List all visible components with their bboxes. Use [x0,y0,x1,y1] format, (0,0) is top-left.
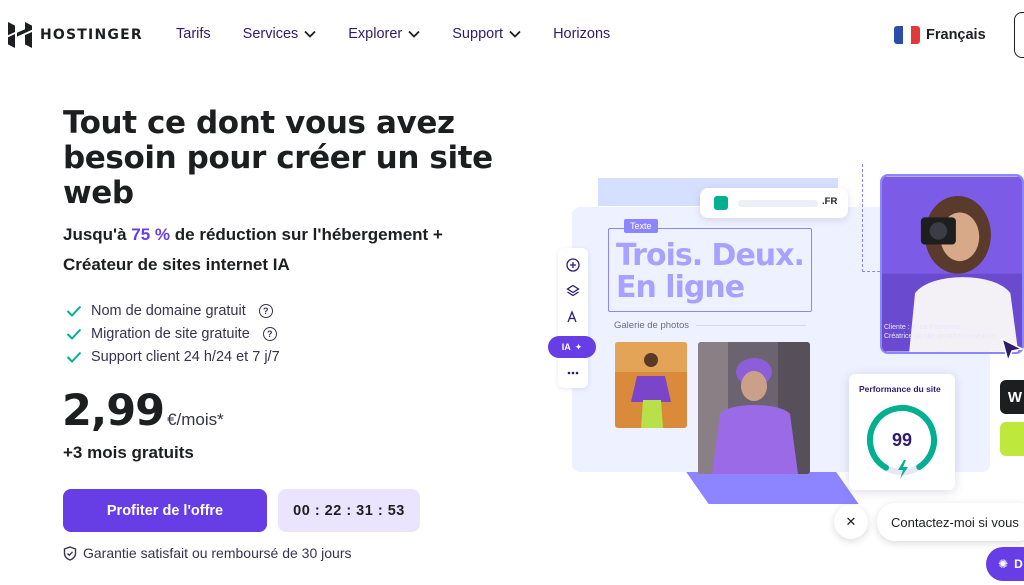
chevron-down-icon [304,30,316,38]
bonus-offer: +3 mois gratuits [63,443,194,462]
countdown-timer: 00 : 22 : 31 : 53 [278,489,420,532]
help-icon[interactable]: ? [258,303,273,318]
nav-item-explorer[interactable]: Explorer [348,26,420,42]
performance-score: 99 [891,430,913,450]
check-icon [66,305,82,317]
language-selector[interactable]: Français [894,26,986,44]
check-icon [66,351,82,363]
wordpress-icon: W [1000,380,1024,414]
text-tag: Texte [624,219,658,233]
list-item: Support client 24 h/24 et 7 j/7 [66,345,280,368]
chat-prompt-bubble[interactable]: Contactez-moi si vous [877,503,1024,541]
feature-label: Migration de site gratuite [91,325,250,342]
headline-line: En ligne [616,270,745,305]
performance-card: Performance du site 99 [849,374,955,490]
feature-list: Nom de domaine gratuit ? Migration de si… [66,299,280,368]
chat-button-label: D [1014,557,1023,571]
url-placeholder [738,200,818,207]
domain-extension: .FR [822,196,838,207]
hero-subtitle: Jusqu'à 75 % de réduction sur l'hébergem… [63,220,493,280]
help-icon[interactable]: ? [262,326,277,341]
nav-item-label: Support [452,26,504,42]
ai-label: IA [561,342,571,352]
app-integration-icon [1000,422,1024,456]
guarantee-note: Garantie satisfait ou remboursé de 30 jo… [63,545,351,561]
check-icon [66,328,82,340]
top-navigation: HOSTINGER Tarifs Services Explorer Suppo… [0,0,1024,72]
hostinger-logo[interactable]: HOSTINGER [8,22,143,48]
discount-highlight: 75 % [131,225,171,244]
nav-item-label: Horizons [553,26,611,42]
main-nav: Tarifs Services Explorer Support Horizon… [176,26,642,42]
nav-item-services[interactable]: Services [243,26,317,42]
guarantee-label: Garantie satisfait ou remboursé de 30 jo… [83,545,352,561]
chevron-down-icon [408,30,420,38]
nav-item-support[interactable]: Support [452,26,521,42]
gallery-photo [698,342,810,474]
headline-line: Trois. Deux. [616,238,805,273]
brand-name: HOSTINGER [40,27,143,43]
headline-preview: Trois. Deux. En ligne [616,238,805,305]
gallery-label: Galerie de photos [614,320,689,331]
nav-item-label: Explorer [348,26,403,42]
text-style-icon [567,310,577,323]
feature-label: Support client 24 h/24 et 7 j/7 [91,348,280,365]
gallery-photo [615,342,687,428]
subtitle-prefix: Jusqu'à [63,225,132,244]
claim-offer-button[interactable]: Profiter de l'offre [63,489,267,532]
add-circle-icon [566,258,580,272]
url-bar: .FR [700,188,848,218]
ai-button: IA ✦ [548,336,596,358]
sparkle-icon: ✺ [998,557,1009,571]
chat-open-button[interactable]: ✺ D [986,547,1024,581]
caption-line: Cliente : Anna Françoise [884,324,961,331]
price: 2,99 €/mois* [62,386,224,436]
cursor-arrow-icon [1000,337,1024,364]
france-flag-icon [894,26,920,44]
layers-icon [566,284,580,297]
hostinger-logo-icon [8,22,32,48]
chevron-down-icon [509,30,521,38]
nav-item-horizons[interactable]: Horizons [553,26,610,42]
nav-item-label: Services [242,26,299,42]
performance-title: Performance du site [859,384,941,394]
header-account-button[interactable] [1014,12,1024,58]
more-icon [567,371,579,375]
divider [696,325,806,326]
nav-item-tarifs[interactable]: Tarifs [176,26,211,42]
list-item: Migration de site gratuite ? [66,322,280,345]
chat-close-button[interactable]: ✕ [834,505,868,539]
feature-label: Nom de domaine gratuit [91,302,246,319]
language-label: Français [926,27,986,43]
list-item: Nom de domaine gratuit ? [66,299,280,322]
photo-caption: Cliente : Anna Françoise Créatrice du si… [884,323,996,341]
lock-icon [714,196,728,210]
price-amount: 2,99 [62,386,165,436]
price-unit: €/mois* [167,410,224,429]
builder-toolbar [558,248,588,388]
shield-check-icon [63,545,77,561]
sparkle-icon: ✦ [574,341,583,352]
nav-item-label: Tarifs [176,26,211,42]
chat-prompt-text: Contactez-moi si vous [891,514,1019,530]
hero-title: Tout ce dont vous avez besoin pour créer… [63,105,493,211]
caption-line: Créatrice du site annafrançoise.com [884,333,997,340]
